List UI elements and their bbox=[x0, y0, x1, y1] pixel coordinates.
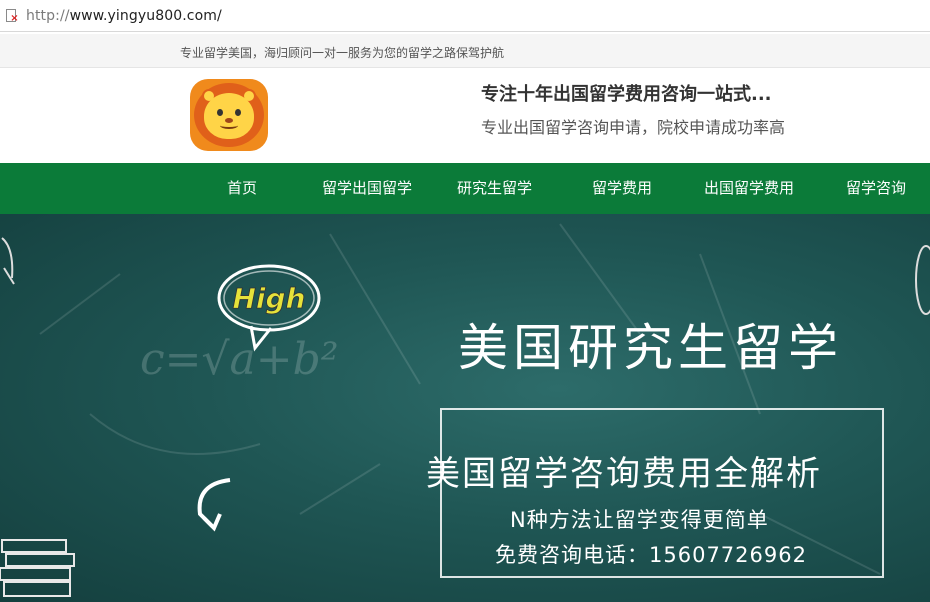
top-slogan-strip: 专业留学美国，海归顾问一对一服务为您的留学之路保驾护航 bbox=[0, 34, 930, 68]
books-doodle bbox=[0, 532, 78, 602]
hero-banner[interactable]: c=√a+b² High 美国研究生留学 美国留学咨询费用全解析 N种方法让留学… bbox=[0, 214, 930, 602]
nav-item-study-fees[interactable]: 留学费用 bbox=[592, 163, 652, 214]
url-host: www.yingyu800.com/ bbox=[69, 7, 222, 24]
lamp-doodle-left bbox=[0, 228, 22, 288]
header-title: 专注十年出国留学费用咨询一站式... bbox=[481, 84, 772, 105]
browser-address-bar[interactable]: × http://www.yingyu800.com/ bbox=[0, 0, 930, 32]
nav-item-study-abroad[interactable]: 留学出国留学 bbox=[322, 163, 412, 214]
page-error-icon: × bbox=[4, 8, 20, 24]
address-url[interactable]: http://www.yingyu800.com/ bbox=[26, 8, 222, 24]
hero-phone: 免费咨询电话：15607726962 bbox=[495, 543, 807, 567]
nav-item-abroad-fees[interactable]: 出国留学费用 bbox=[704, 163, 794, 214]
nav-item-home[interactable]: 首页 bbox=[227, 163, 257, 214]
lamp-doodle-right bbox=[910, 240, 930, 320]
nav-item-graduate-study[interactable]: 研究生留学 bbox=[457, 163, 532, 214]
nav-item-consulting[interactable]: 留学咨询 bbox=[846, 163, 906, 214]
header-subtitle: 专业出国留学咨询申请，院校申请成功率高 bbox=[481, 118, 786, 137]
top-slogan-text: 专业留学美国，海归顾问一对一服务为您的留学之路保驾护航 bbox=[180, 46, 505, 60]
hero-headline: 美国留学咨询费用全解析 bbox=[426, 454, 822, 494]
main-nav: 首页 留学出国留学 研究生留学 留学费用 出国留学费用 留学咨询 bbox=[0, 163, 930, 214]
site-header: 专注十年出国留学费用咨询一站式... 专业出国留学咨询申请，院校申请成功率高 bbox=[0, 69, 930, 163]
lion-logo[interactable] bbox=[190, 79, 268, 151]
high-speech-bubble: High bbox=[215, 262, 323, 352]
curved-arrow-icon bbox=[190, 474, 246, 534]
hero-title: 美国研究生留学 bbox=[458, 319, 843, 377]
url-scheme: http:// bbox=[26, 7, 70, 24]
hero-tagline: N种方法让留学变得更简单 bbox=[510, 508, 769, 532]
bubble-text: High bbox=[232, 282, 305, 315]
